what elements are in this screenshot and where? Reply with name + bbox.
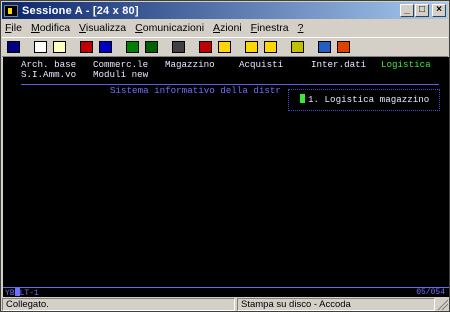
- title-bar[interactable]: Sessione A - [24 x 80] _ □ ×: [2, 2, 448, 19]
- minimize-button[interactable]: _: [400, 4, 414, 17]
- terminal-screen[interactable]: Arch. base Commerc.le Magazzino Acquisti Int…: [3, 57, 449, 287]
- toolbar-button-keyboard-map[interactable]: [262, 39, 278, 55]
- oia-indicators: YB LT-1: [5, 288, 39, 298]
- operator-info-area: YB LT-1 05/054: [3, 287, 449, 298]
- clipboard-icon: [290, 41, 304, 53]
- toolbar-button-send-file[interactable]: [78, 39, 94, 55]
- menu-option-s-i-amm-vo[interactable]: S.I.Amm.vo: [21, 69, 76, 80]
- keyboard-map-icon: [263, 41, 277, 53]
- maximize-button[interactable]: □: [415, 4, 429, 17]
- emulator-window: Sessione A - [24 x 80] _ □ × File Modifi…: [0, 0, 450, 312]
- menu-visualizza[interactable]: Visualizza: [79, 22, 126, 34]
- window-controls: _ □ ×: [399, 4, 446, 17]
- print-screen-icon: [6, 41, 20, 53]
- popup-item-logistica-magazzino[interactable]: 1. Logistica magazzino: [300, 94, 429, 105]
- menu-file[interactable]: File: [5, 22, 22, 34]
- submenu-popup: 1. Logistica magazzino: [288, 89, 440, 111]
- connection-status: Collegato.: [2, 298, 235, 311]
- toolbar-button-display-session[interactable]: [143, 39, 159, 55]
- menu-azioni[interactable]: Azioni: [213, 22, 242, 34]
- paste-icon: [52, 41, 66, 53]
- toolbar-button-display[interactable]: [124, 39, 140, 55]
- status-bar: Collegato. Stampa su disco - Accoda: [2, 298, 448, 312]
- toolbar: [2, 37, 448, 57]
- menu-option-logistica[interactable]: Logistica: [381, 59, 431, 70]
- display-icon: [125, 41, 139, 53]
- menu-option-magazzino[interactable]: Magazzino: [165, 59, 215, 70]
- stop-macro-icon: [217, 41, 231, 53]
- send-file-icon: [79, 41, 93, 53]
- toolbar-button-print-screen[interactable]: [5, 39, 21, 55]
- menu-bar: File Modifica Visualizza Comunicazioni A…: [2, 19, 448, 36]
- toolbar-button-globe[interactable]: [316, 39, 332, 55]
- cursor-position: 05/054: [416, 288, 445, 297]
- toolbar-button-play-macro[interactable]: [197, 39, 213, 55]
- toolbar-button-receive-file[interactable]: [97, 39, 113, 55]
- toolbar-button-paste[interactable]: [51, 39, 67, 55]
- print-status: Stampa su disco - Accoda: [237, 298, 435, 311]
- menu-comunicazioni[interactable]: Comunicazioni: [135, 22, 204, 34]
- toolbar-button-copy[interactable]: [32, 39, 48, 55]
- play-macro-icon: [198, 41, 212, 53]
- window-title: Sessione A - [24 x 80]: [22, 4, 139, 17]
- menu-option-acquisti[interactable]: Acquisti: [239, 59, 283, 70]
- globe-icon: [317, 41, 331, 53]
- help-icon: [336, 41, 350, 53]
- close-button[interactable]: ×: [432, 4, 446, 17]
- record-macro-icon: [171, 41, 185, 53]
- toolbar-button-record-macro[interactable]: [170, 39, 186, 55]
- macro-run-icon: [244, 41, 258, 53]
- copy-icon: [33, 41, 47, 53]
- toolbar-button-clipboard[interactable]: [289, 39, 305, 55]
- text-cursor: [300, 94, 305, 103]
- menu-finestra[interactable]: Finestra: [251, 22, 289, 34]
- display-session-icon: [144, 41, 158, 53]
- menu-option-moduli-new[interactable]: Moduli new: [93, 69, 148, 80]
- toolbar-button-macro-run[interactable]: [243, 39, 259, 55]
- menu-option-inter-dati[interactable]: Inter.dati: [311, 59, 366, 70]
- toolbar-button-stop-macro[interactable]: [216, 39, 232, 55]
- menu-help[interactable]: ?: [298, 22, 304, 34]
- resize-grip[interactable]: [436, 298, 448, 310]
- toolbar-button-help[interactable]: [335, 39, 351, 55]
- app-icon[interactable]: [4, 4, 18, 17]
- menu-modifica[interactable]: Modifica: [31, 22, 70, 34]
- system-info-text: Sistema informativo della distr: [110, 85, 281, 96]
- receive-file-icon: [98, 41, 112, 53]
